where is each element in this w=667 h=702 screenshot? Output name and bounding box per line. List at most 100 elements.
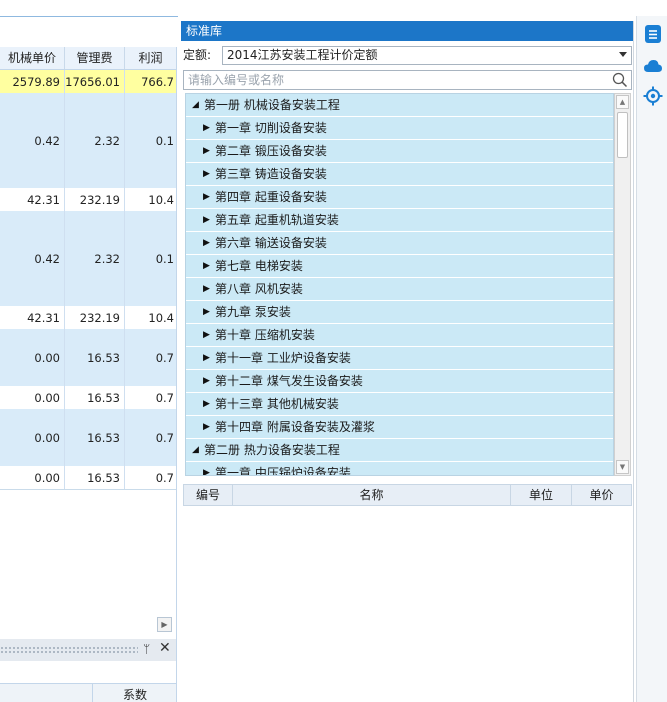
collapse-arrow-icon[interactable]: ▶ bbox=[203, 393, 210, 415]
collapse-arrow-icon[interactable]: ▶ bbox=[203, 209, 210, 231]
column-header-name[interactable]: 名称 bbox=[233, 485, 511, 505]
table-row[interactable]: 0.42 2.32 0.1 bbox=[0, 211, 176, 307]
quota-select-value: 2014江苏安装工程计价定额 bbox=[227, 48, 378, 62]
collapse-arrow-icon[interactable]: ▶ bbox=[203, 324, 210, 346]
cell-profit[interactable]: 0.1 bbox=[125, 211, 176, 306]
column-header-unit[interactable]: 单位 bbox=[511, 485, 572, 505]
tree-node[interactable]: ◢ 第一册 机械设备安装工程 bbox=[186, 94, 613, 117]
search-icon[interactable] bbox=[612, 72, 628, 88]
document-list-icon[interactable] bbox=[643, 24, 663, 44]
standard-library-panel: 标准库 定额: 2014江苏安装工程计价定额 ◢ 第一册 机械设备安装工程 ▶ 第一章… bbox=[181, 21, 633, 702]
collapse-arrow-icon[interactable]: ▶ bbox=[203, 416, 210, 438]
table-row[interactable]: 0.42 2.32 0.1 bbox=[0, 93, 176, 189]
tree-node[interactable]: ▶ 第十二章 煤气发生设备安装 bbox=[186, 370, 613, 393]
cell-profit[interactable]: 10.4 bbox=[125, 306, 176, 329]
cell-machine-price[interactable]: 0.42 bbox=[0, 211, 65, 306]
collapse-arrow-icon[interactable]: ▶ bbox=[203, 347, 210, 369]
scroll-right-button[interactable]: ▶ bbox=[157, 617, 172, 632]
table-row[interactable]: 42.31 232.19 10.4 bbox=[0, 306, 176, 330]
chevron-down-icon[interactable] bbox=[619, 52, 627, 57]
tree-node[interactable]: ▶ 第四章 起重设备安装 bbox=[186, 186, 613, 209]
cloud-icon[interactable] bbox=[643, 56, 663, 76]
table-row[interactable]: 0.00 16.53 0.7 bbox=[0, 329, 176, 387]
expand-arrow-icon[interactable]: ◢ bbox=[192, 439, 199, 461]
collapse-arrow-icon[interactable]: ▶ bbox=[203, 117, 210, 139]
column-header-unit-price[interactable]: 单价 bbox=[572, 485, 631, 505]
tree-node[interactable]: ▶ 第一章 中压锅炉设备安装 bbox=[186, 462, 613, 475]
table-row[interactable]: 42.31 232.19 10.4 bbox=[0, 188, 176, 212]
collapse-arrow-icon[interactable]: ▶ bbox=[203, 255, 210, 277]
cell-machine-price[interactable]: 0.42 bbox=[0, 93, 65, 188]
scroll-down-button[interactable]: ▼ bbox=[616, 460, 629, 474]
tree-node[interactable]: ▶ 第七章 电梯安装 bbox=[186, 255, 613, 278]
tree-node[interactable]: ▶ 第十四章 附属设备安装及灌浆 bbox=[186, 416, 613, 439]
tree-node-label: 第四章 起重设备安装 bbox=[215, 190, 327, 204]
tree-node[interactable]: ▶ 第二章 锻压设备安装 bbox=[186, 140, 613, 163]
collapse-arrow-icon[interactable]: ▶ bbox=[203, 278, 210, 300]
tree-node[interactable]: ▶ 第三章 铸造设备安装 bbox=[186, 163, 613, 186]
cell-management-fee[interactable]: 16.53 bbox=[65, 409, 125, 466]
tree-node[interactable]: ▶ 第六章 输送设备安装 bbox=[186, 232, 613, 255]
tree-node[interactable]: ▶ 第十三章 其他机械安装 bbox=[186, 393, 613, 416]
pin-icon[interactable]: ᛘ bbox=[143, 642, 150, 656]
collapse-arrow-icon[interactable]: ▶ bbox=[203, 163, 210, 185]
tree-node-label: 第三章 铸造设备安装 bbox=[215, 167, 327, 181]
tree-node-label: 第五章 起重机轨道安装 bbox=[215, 213, 339, 227]
tree-scrollbar[interactable]: ▲ ▼ bbox=[614, 93, 631, 476]
cell-machine-price[interactable]: 0.00 bbox=[0, 409, 65, 466]
tree-node[interactable]: ▶ 第九章 泵安装 bbox=[186, 301, 613, 324]
search-input[interactable] bbox=[188, 72, 598, 88]
cell-management-fee[interactable]: 16.53 bbox=[65, 386, 125, 409]
table-row[interactable]: 0.00 16.53 0.7 bbox=[0, 386, 176, 410]
cell-profit[interactable]: 0.7 bbox=[125, 466, 176, 489]
collapse-arrow-icon[interactable]: ▶ bbox=[203, 140, 210, 162]
cell-management-fee[interactable]: 16.53 bbox=[65, 329, 125, 386]
table-row[interactable]: 0.00 16.53 0.7 bbox=[0, 409, 176, 467]
tree-node[interactable]: ◢ 第二册 热力设备安装工程 bbox=[186, 439, 613, 462]
collapse-arrow-icon[interactable]: ▶ bbox=[203, 301, 210, 323]
locate-target-icon[interactable] bbox=[643, 86, 663, 106]
cell-profit[interactable]: 0.7 bbox=[125, 409, 176, 466]
scroll-thumb[interactable] bbox=[617, 112, 628, 158]
close-icon[interactable]: ✕ bbox=[159, 640, 171, 656]
cell-machine-price[interactable]: 0.00 bbox=[0, 386, 65, 409]
tree-node[interactable]: ▶ 第一章 切削设备安装 bbox=[186, 117, 613, 140]
table-row[interactable]: 2579.89 17656.01 766.7 bbox=[0, 70, 176, 94]
collapse-arrow-icon[interactable]: ▶ bbox=[203, 370, 210, 392]
tree-node[interactable]: ▶ 第十一章 工业炉设备安装 bbox=[186, 347, 613, 370]
tree-node[interactable]: ▶ 第八章 风机安装 bbox=[186, 278, 613, 301]
tree-node[interactable]: ▶ 第十章 压缩机安装 bbox=[186, 324, 613, 347]
cell-management-fee[interactable]: 232.19 bbox=[65, 306, 125, 329]
collapse-arrow-icon[interactable]: ▶ bbox=[203, 232, 210, 254]
column-header-management-fee[interactable]: 管理费 bbox=[65, 47, 125, 69]
column-header-coefficient[interactable]: 系数 bbox=[92, 684, 177, 702]
panel-grip[interactable] bbox=[0, 646, 138, 654]
cell-machine-price[interactable]: 2579.89 bbox=[0, 70, 65, 93]
collapse-arrow-icon[interactable]: ▶ bbox=[203, 462, 210, 475]
cell-profit[interactable]: 0.1 bbox=[125, 93, 176, 188]
cell-management-fee[interactable]: 17656.01 bbox=[65, 70, 125, 93]
cell-management-fee[interactable]: 16.53 bbox=[65, 466, 125, 489]
quota-select[interactable]: 2014江苏安装工程计价定额 bbox=[222, 46, 632, 65]
collapse-arrow-icon[interactable]: ▶ bbox=[203, 186, 210, 208]
cell-profit[interactable]: 0.7 bbox=[125, 386, 176, 409]
tree-node[interactable]: ▶ 第五章 起重机轨道安装 bbox=[186, 209, 613, 232]
cell-profit[interactable]: 766.7 bbox=[125, 70, 176, 93]
cell-machine-price[interactable]: 0.00 bbox=[0, 466, 65, 489]
column-header-code[interactable]: 编号 bbox=[184, 485, 233, 505]
column-header-machine-price[interactable]: 机械单价 bbox=[0, 47, 65, 69]
table-row[interactable]: 0.00 16.53 0.7 bbox=[0, 466, 176, 490]
expand-arrow-icon[interactable]: ◢ bbox=[192, 94, 199, 116]
result-grid-header: 编号 名称 单位 单价 bbox=[183, 484, 632, 506]
cell-management-fee[interactable]: 2.32 bbox=[65, 211, 125, 306]
cell-machine-price[interactable]: 42.31 bbox=[0, 188, 65, 211]
cell-machine-price[interactable]: 0.00 bbox=[0, 329, 65, 386]
cell-profit[interactable]: 0.7 bbox=[125, 329, 176, 386]
column-header-profit[interactable]: 利润 bbox=[125, 47, 176, 69]
cell-management-fee[interactable]: 2.32 bbox=[65, 93, 125, 188]
cell-management-fee[interactable]: 232.19 bbox=[65, 188, 125, 211]
cell-profit[interactable]: 10.4 bbox=[125, 188, 176, 211]
cell-machine-price[interactable]: 42.31 bbox=[0, 306, 65, 329]
tree-node-label: 第九章 泵安装 bbox=[215, 305, 291, 319]
scroll-up-button[interactable]: ▲ bbox=[616, 95, 629, 109]
